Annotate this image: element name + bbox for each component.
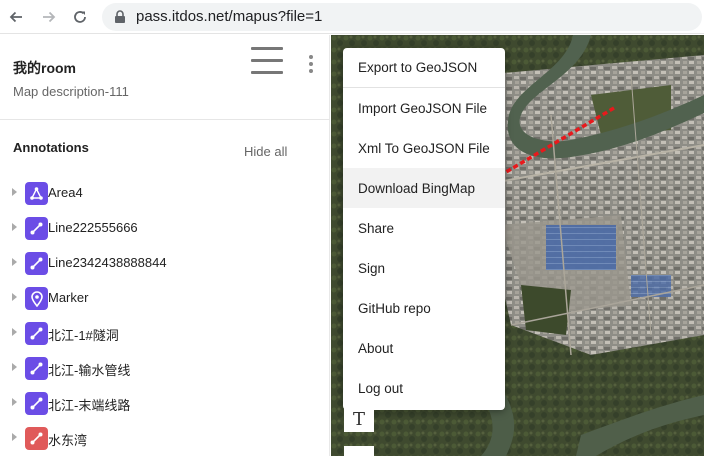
hamburger-menu-button[interactable] (251, 47, 283, 75)
expand-caret-icon[interactable] (12, 258, 17, 266)
menu-item-export-to-geojson[interactable]: Export to GeoJSON (343, 48, 505, 88)
annotation-item[interactable]: Area4 (0, 176, 330, 211)
annotation-label: 水东湾 (48, 433, 88, 448)
menu-item-about[interactable]: About (343, 328, 505, 368)
annotation-label: 北江-末端线路 (48, 398, 131, 413)
sidebar: 我的room Map description-111 Annotations H… (0, 35, 330, 456)
expand-caret-icon[interactable] (12, 223, 17, 231)
menu-item-sign[interactable]: Sign (343, 248, 505, 288)
divider (0, 119, 330, 120)
menu-item-github-repo[interactable]: GitHub repo (343, 288, 505, 328)
back-arrow-icon (9, 11, 22, 23)
menu-item-xml-to-geojson-file[interactable]: Xml To GeoJSON File (343, 128, 505, 168)
annotation-item[interactable]: 水东湾 (0, 421, 330, 456)
expand-caret-icon[interactable] (12, 188, 17, 196)
more-options-icon[interactable] (305, 55, 317, 75)
line-icon (25, 322, 48, 345)
annotation-label: 北江-输水管线 (48, 363, 131, 378)
area-icon (25, 182, 48, 205)
expand-caret-icon[interactable] (12, 398, 17, 406)
menu-item-log-out[interactable]: Log out (343, 368, 505, 408)
marker-icon (25, 287, 48, 310)
expand-caret-icon[interactable] (12, 293, 17, 301)
project-description: Map description-111 (13, 84, 129, 99)
annotation-item[interactable]: 北江-输水管线 (0, 351, 330, 386)
menu-item-download-bingmap[interactable]: Download BingMap (343, 168, 505, 208)
browser-toolbar: pass.itdos.net/mapus?file=1 (0, 0, 704, 34)
annotation-item[interactable]: Marker (0, 281, 330, 316)
annotation-label: 北江-1#隧洞 (48, 328, 119, 343)
back-button[interactable] (4, 5, 28, 29)
lock-icon (115, 10, 125, 23)
line-icon (25, 252, 48, 275)
menu-item-share[interactable]: Share (343, 208, 505, 248)
menu-item-import-geojson-file[interactable]: Import GeoJSON File (343, 88, 505, 128)
text-tool-button[interactable]: T (344, 406, 374, 432)
draw-tool-button[interactable] (344, 446, 374, 456)
forward-arrow-icon (43, 11, 56, 23)
reload-button[interactable] (68, 5, 92, 29)
project-title: 我的room (13, 60, 76, 76)
annotation-label: Area4 (48, 185, 83, 200)
annotation-item[interactable]: Line2342438888844 (0, 246, 330, 281)
annotation-item[interactable]: Line222555666 (0, 211, 330, 246)
expand-caret-icon[interactable] (12, 363, 17, 371)
hide-all-button[interactable]: Hide all (244, 144, 287, 159)
text-tool-icon: T (352, 408, 365, 430)
annotation-list: Area4 Line222555666 Line2342438888844 Marke… (0, 176, 330, 456)
annotation-item[interactable]: 北江-1#隧洞 (0, 316, 330, 351)
expand-caret-icon[interactable] (12, 328, 17, 336)
annotation-label: Line222555666 (48, 220, 138, 235)
expand-caret-icon[interactable] (12, 433, 17, 441)
line-icon (25, 392, 48, 415)
line-icon (25, 357, 48, 380)
line-icon (25, 217, 48, 240)
annotation-label: Marker (48, 290, 89, 305)
reload-icon (74, 11, 86, 23)
line-icon (25, 427, 48, 450)
url-text: pass.itdos.net/mapus?file=1 (136, 8, 323, 25)
forward-button[interactable] (37, 5, 61, 29)
annotation-label: Line2342438888844 (48, 255, 167, 270)
options-menu: Export to GeoJSON Import GeoJSON File Xml … (343, 48, 505, 410)
annotations-heading: Annotations (13, 140, 89, 155)
annotation-item[interactable]: 北江-末端线路 (0, 386, 330, 421)
address-bar[interactable]: pass.itdos.net/mapus?file=1 (102, 3, 702, 31)
